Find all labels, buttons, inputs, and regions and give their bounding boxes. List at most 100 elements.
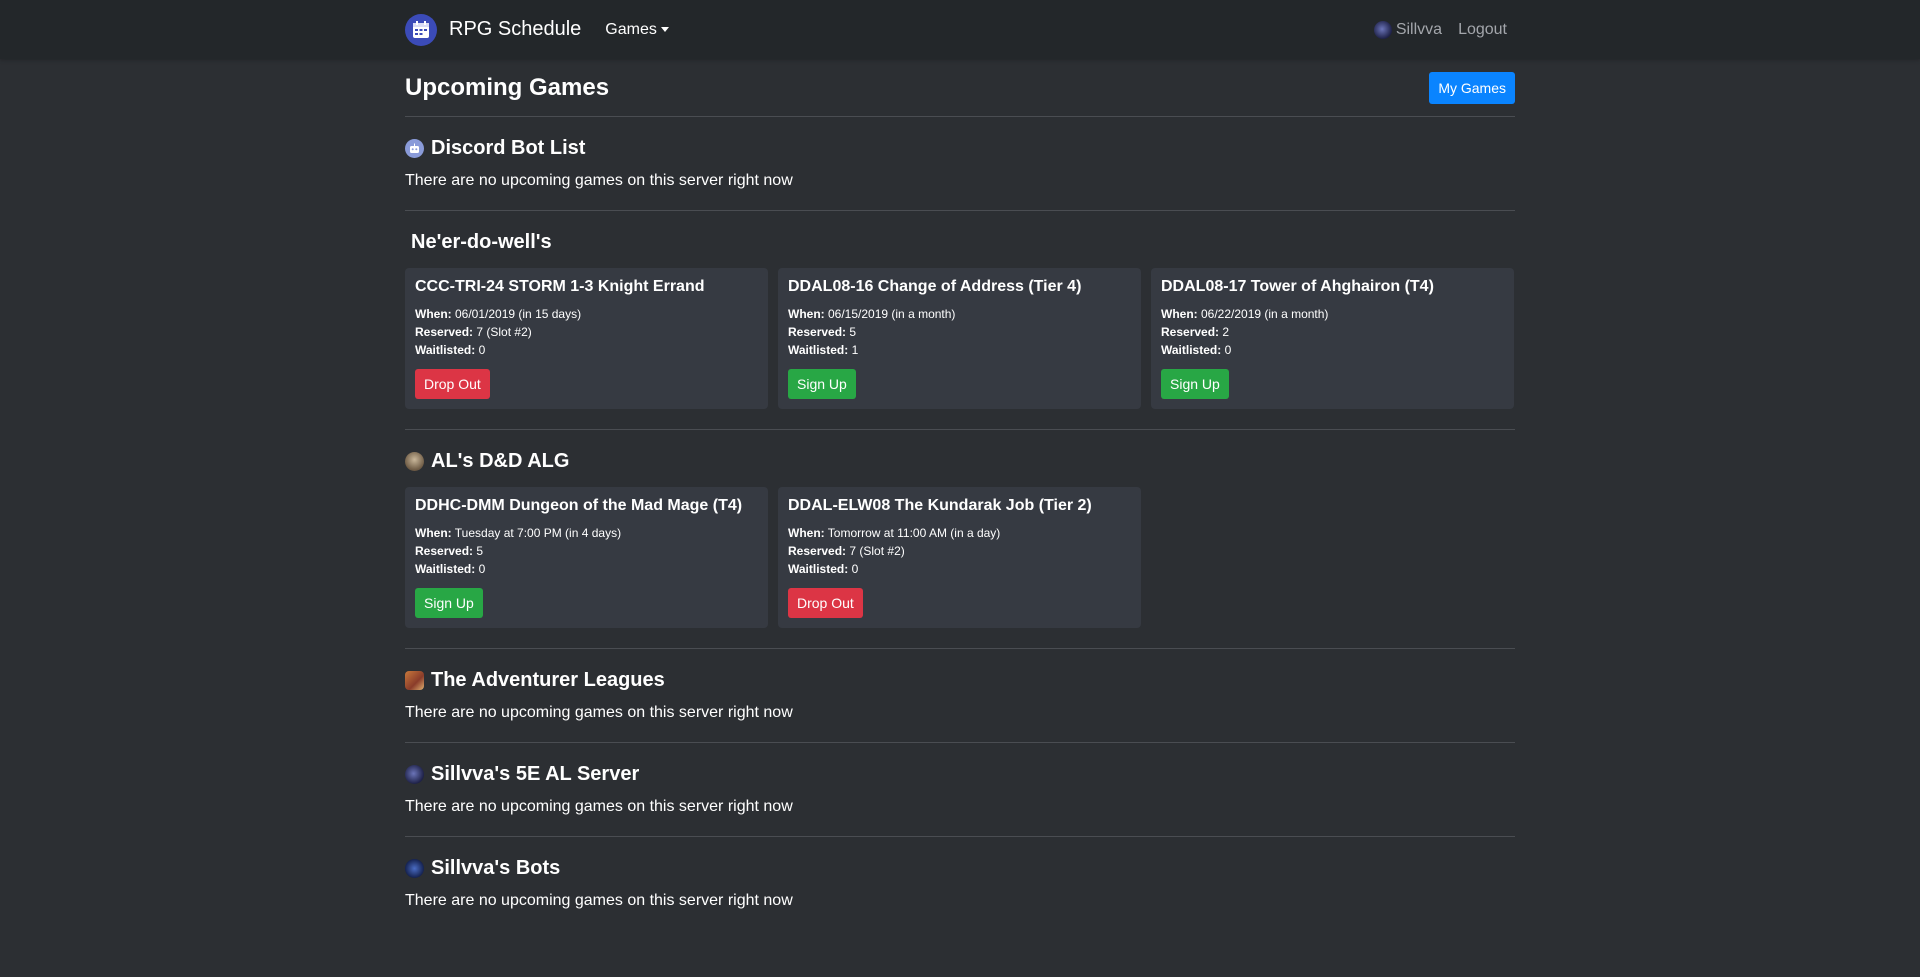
card-actions: Sign Up	[788, 369, 1131, 399]
server-name: The Adventurer Leagues	[431, 668, 665, 691]
sign-up-button[interactable]: Sign Up	[788, 369, 856, 399]
game-card: DDAL-ELW08 The Kundarak Job (Tier 2) Whe…	[778, 487, 1141, 628]
game-card: DDAL08-16 Change of Address (Tier 4) Whe…	[778, 268, 1141, 409]
game-title: DDHC-DMM Dungeon of the Mad Mage (T4)	[415, 497, 743, 514]
game-when: When: 06/01/2019 (in 15 days)	[415, 305, 758, 323]
waitlisted-value: 1	[851, 343, 859, 357]
reserved-value: 5	[849, 325, 857, 339]
main-content: Upcoming Games My Games Discord Bot List…	[405, 59, 1515, 910]
when-label: When:	[788, 526, 825, 540]
card-actions: Drop Out	[415, 369, 758, 399]
when-label: When:	[415, 526, 452, 540]
game-title: DDAL-ELW08 The Kundarak Job (Tier 2)	[788, 497, 1092, 514]
server-avatar-icon	[405, 670, 424, 690]
game-reserved: Reserved: 2	[1161, 323, 1504, 341]
when-label: When:	[1161, 307, 1198, 321]
reserved-label: Reserved:	[415, 325, 474, 339]
game-reserved: Reserved: 5	[788, 323, 1131, 341]
server-section: Discord Bot List There are no upcoming g…	[405, 117, 1515, 211]
when-value: 06/22/2019 (in a month)	[1201, 307, 1329, 321]
brand-title[interactable]: RPG Schedule	[449, 18, 581, 41]
server-avatar-icon	[405, 858, 424, 878]
navbar-inner: RPG Schedule Games Sillvva Logout	[405, 0, 1515, 59]
server-name: Ne'er-do-well's	[411, 230, 552, 253]
server-name: Sillvva's Bots	[431, 856, 561, 879]
reserved-label: Reserved:	[788, 325, 847, 339]
waitlisted-value: 0	[851, 562, 859, 576]
server-title: Sillvva's Bots	[405, 855, 1515, 881]
drop-out-button[interactable]: Drop Out	[788, 588, 863, 618]
navbar: RPG Schedule Games Sillvva Logout	[0, 0, 1920, 59]
logout-link[interactable]: Logout	[1458, 21, 1507, 39]
sign-up-button[interactable]: Sign Up	[415, 588, 483, 618]
waitlisted-label: Waitlisted:	[1161, 343, 1222, 357]
game-title: DDAL08-17 Tower of Ahghairon (T4)	[1161, 278, 1434, 295]
game-reserved: Reserved: 5	[415, 542, 758, 560]
game-card: DDHC-DMM Dungeon of the Mad Mage (T4) Wh…	[405, 487, 768, 628]
server-section: The Adventurer Leagues There are no upco…	[405, 649, 1515, 743]
game-waitlisted: Waitlisted: 0	[415, 560, 758, 578]
server-title: Discord Bot List	[405, 135, 1515, 161]
page-title: Upcoming Games	[405, 73, 610, 101]
username: Sillvva	[1395, 20, 1443, 38]
game-when: When: Tuesday at 7:00 PM (in 4 days)	[415, 524, 758, 542]
when-value: 06/15/2019 (in a month)	[828, 307, 956, 321]
game-reserved: Reserved: 7 (Slot #2)	[788, 542, 1131, 560]
page-header: Upcoming Games My Games	[405, 59, 1515, 117]
sign-up-button[interactable]: Sign Up	[1161, 369, 1229, 399]
empty-message: There are no upcoming games on this serv…	[405, 892, 793, 909]
game-title: DDAL08-16 Change of Address (Tier 4)	[788, 278, 1082, 295]
user-profile-link[interactable]: Sillvva	[1373, 20, 1443, 39]
navbar-right: Sillvva Logout	[1373, 20, 1515, 39]
reserved-value: 7 (Slot #2)	[849, 544, 905, 558]
when-label: When:	[788, 307, 825, 321]
waitlisted-value: 0	[478, 343, 486, 357]
when-value: 06/01/2019 (in 15 days)	[455, 307, 582, 321]
waitlisted-label: Waitlisted:	[788, 562, 849, 576]
empty-message: There are no upcoming games on this serv…	[405, 172, 793, 189]
server-section: Sillvva's Bots There are no upcoming gam…	[405, 837, 1515, 910]
game-when: When: Tomorrow at 11:00 AM (in a day)	[788, 524, 1131, 542]
calendar-icon[interactable]	[405, 13, 437, 46]
server-section: Ne'er-do-well's CCC-TRI-24 STORM 1-3 Kni…	[405, 211, 1515, 430]
waitlisted-value: 0	[478, 562, 486, 576]
games-dropdown-label: Games	[605, 20, 657, 38]
when-value: Tomorrow at 11:00 AM (in a day)	[827, 526, 1001, 540]
games-dropdown[interactable]: Games	[605, 21, 669, 39]
robot-icon	[405, 138, 424, 158]
card-actions: Sign Up	[415, 588, 758, 618]
caret-down-icon	[660, 27, 669, 32]
game-card: DDAL08-17 Tower of Ahghairon (T4) When: …	[1151, 268, 1514, 409]
game-cards: CCC-TRI-24 STORM 1-3 Knight Errand When:…	[405, 268, 1515, 429]
game-waitlisted: Waitlisted: 0	[788, 560, 1131, 578]
game-when: When: 06/22/2019 (in a month)	[1161, 305, 1504, 323]
server-avatar-icon	[405, 451, 424, 471]
reserved-value: 5	[476, 544, 484, 558]
server-section: AL's D&D ALG DDHC-DMM Dungeon of the Mad…	[405, 430, 1515, 649]
game-cards: DDHC-DMM Dungeon of the Mad Mage (T4) Wh…	[405, 487, 1515, 648]
server-title: Ne'er-do-well's	[405, 229, 1515, 255]
reserved-label: Reserved:	[788, 544, 847, 558]
card-actions: Drop Out	[788, 588, 1131, 618]
game-card: CCC-TRI-24 STORM 1-3 Knight Errand When:…	[405, 268, 768, 409]
waitlisted-label: Waitlisted:	[788, 343, 849, 357]
reserved-label: Reserved:	[415, 544, 474, 558]
game-when: When: 06/15/2019 (in a month)	[788, 305, 1131, 323]
reserved-value: 7 (Slot #2)	[476, 325, 532, 339]
server-name: Sillvva's 5E AL Server	[431, 762, 640, 785]
card-actions: Sign Up	[1161, 369, 1504, 399]
server-name: Discord Bot List	[431, 136, 586, 159]
my-games-button[interactable]: My Games	[1429, 71, 1515, 104]
waitlisted-label: Waitlisted:	[415, 562, 476, 576]
reserved-label: Reserved:	[1161, 325, 1220, 339]
game-waitlisted: Waitlisted: 1	[788, 341, 1131, 359]
game-waitlisted: Waitlisted: 0	[415, 341, 758, 359]
empty-message: There are no upcoming games on this serv…	[405, 798, 793, 815]
server-title: The Adventurer Leagues	[405, 667, 1515, 693]
game-waitlisted: Waitlisted: 0	[1161, 341, 1504, 359]
server-section: Sillvva's 5E AL Server There are no upco…	[405, 743, 1515, 837]
waitlisted-value: 0	[1224, 343, 1232, 357]
drop-out-button[interactable]: Drop Out	[415, 369, 490, 399]
when-value: Tuesday at 7:00 PM (in 4 days)	[454, 526, 622, 540]
game-title: CCC-TRI-24 STORM 1-3 Knight Errand	[415, 278, 705, 295]
